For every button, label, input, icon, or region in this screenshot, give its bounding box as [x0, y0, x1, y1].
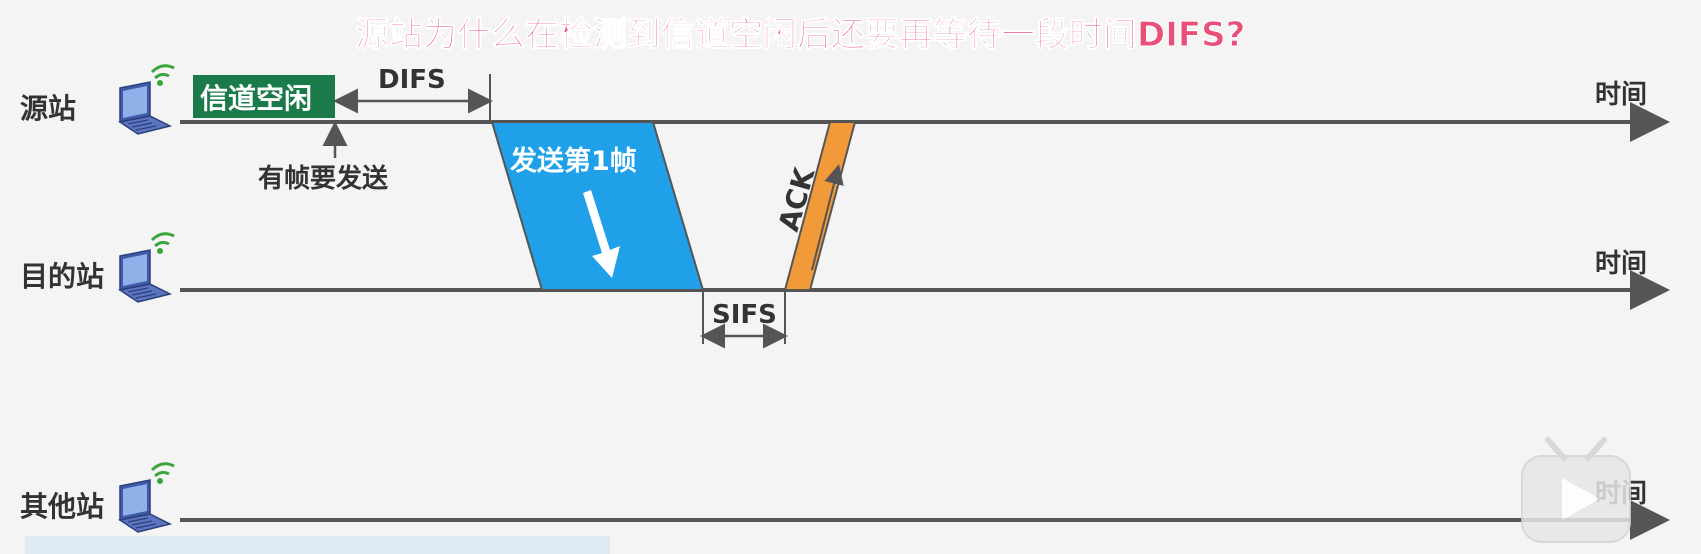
station-other-label: 其他站 — [20, 490, 104, 523]
time-label-source: 时间 — [1595, 80, 1647, 110]
laptop-wifi-icon — [118, 462, 176, 534]
play-button-icon[interactable] — [1521, 437, 1631, 543]
bottom-band — [25, 536, 610, 554]
has-frame-label: 有帧要发送 — [258, 163, 388, 194]
station-destination-label: 目的站 — [20, 260, 104, 293]
station-source-label: 源站 — [20, 92, 76, 125]
frame-label: 发送第1帧 — [509, 145, 637, 177]
channel-idle-label: 信道空闲 — [200, 82, 312, 115]
laptop-wifi-icon — [118, 232, 176, 304]
time-label-destination: 时间 — [1595, 249, 1647, 279]
sifs-label: SIFS — [712, 300, 777, 330]
diagram-root: 源站为什么在检测到信道空闲后还要再等待一段时间DIFS? 时间 时间 时间 源站… — [0, 0, 1701, 554]
laptop-wifi-icon — [118, 64, 176, 136]
difs-label: DIFS — [378, 65, 446, 95]
diagram-title: 源站为什么在检测到信道空闲后还要再等待一段时间DIFS? — [355, 15, 1245, 55]
timing-diagram: 源站为什么在检测到信道空闲后还要再等待一段时间DIFS? 时间 时间 时间 源站… — [20, 15, 1670, 554]
